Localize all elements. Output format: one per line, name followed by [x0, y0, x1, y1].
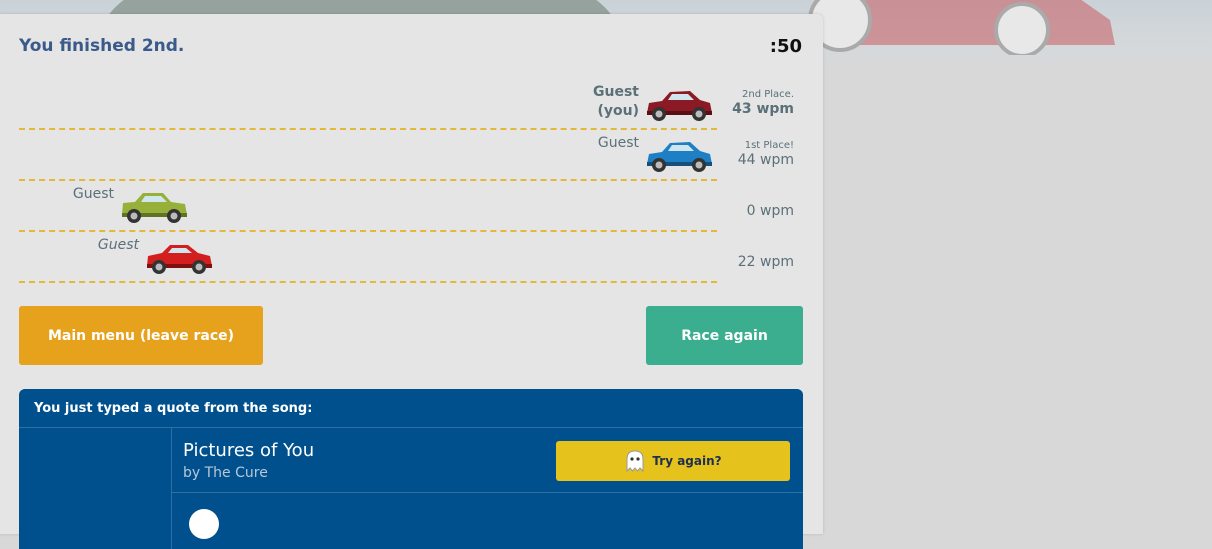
divider	[172, 492, 803, 493]
racer-result: 0 wpm	[722, 203, 794, 220]
artist-prefix: by	[183, 465, 205, 481]
racer-name-line1: Guest	[593, 84, 639, 100]
race-car-icon	[647, 142, 712, 172]
race-again-button[interactable]: Race again	[646, 306, 803, 365]
race-lane: Guest (you)	[19, 77, 717, 130]
race-car-icon	[647, 91, 712, 121]
song-artist-line: by The Cure	[183, 465, 268, 481]
racer-wpm: 43 wpm	[732, 101, 794, 117]
racer-name: Guest	[72, 186, 114, 202]
finish-status: You finished 2nd.	[19, 36, 185, 56]
race-car-icon	[122, 193, 187, 223]
race-timer: :50	[769, 36, 802, 57]
album-art-area	[19, 428, 172, 549]
racer-wpm: 22 wpm	[737, 254, 794, 270]
racer-result: 1st Place! 44 wpm	[722, 139, 794, 169]
try-again-button[interactable]: Try again?	[556, 441, 790, 481]
song-title[interactable]: Pictures of You	[183, 440, 314, 461]
racer-wpm: 44 wpm	[737, 152, 794, 168]
song-artist[interactable]: The Cure	[205, 465, 268, 481]
racer-wpm: 0 wpm	[746, 203, 794, 219]
race-lane: Guest	[19, 179, 717, 232]
song-quote-panel: You just typed a quote from the song: Pi…	[19, 389, 803, 549]
racer-result: 2nd Place. 43 wpm	[722, 88, 794, 118]
race-car-icon	[147, 245, 212, 274]
ghost-icon	[626, 450, 644, 473]
race-lane: Guest	[19, 128, 717, 181]
racer-name: Guest	[597, 135, 639, 151]
racer-name-line2: (you)	[597, 103, 639, 119]
main-menu-button[interactable]: Main menu (leave race)	[19, 306, 263, 365]
racer-place: 1st Place!	[744, 140, 794, 151]
racer-result: 22 wpm	[722, 254, 794, 271]
quote-header: You just typed a quote from the song:	[19, 389, 803, 428]
racer-place: 2nd Place.	[742, 89, 794, 100]
race-results-panel: You finished 2nd. :50 Guest (you) 2nd Pl…	[0, 14, 823, 549]
try-again-label: Try again?	[652, 454, 722, 468]
race-lane: Guest	[19, 230, 717, 283]
racer-name: Guest (you)	[579, 83, 639, 121]
racer-name: Guest	[97, 237, 139, 253]
